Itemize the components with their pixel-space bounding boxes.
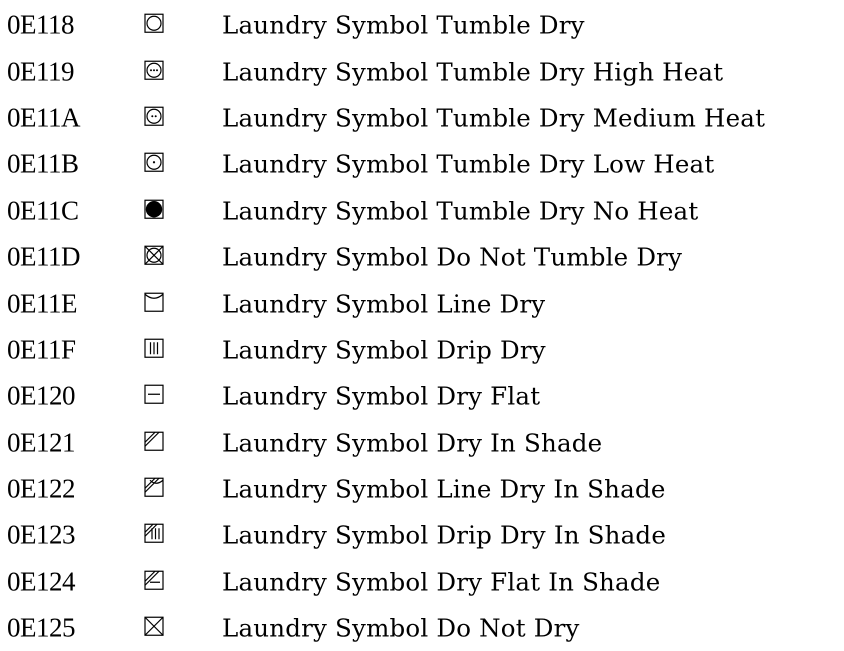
table-row: 0E11B Laundry Symbol Tumble Dry Low Heat [0, 141, 844, 187]
codepoint: 0E124 [7, 566, 76, 597]
symbol-name: Laundry Symbol Tumble Dry [222, 10, 585, 40]
table-row: 0E11C Laundry Symbol Tumble Dry No Heat [0, 188, 844, 234]
do-not-tumble-dry-icon [143, 244, 165, 266]
tumble-dry-icon [143, 12, 165, 34]
table-row: 0E122 Laundry Symbol Line Dry In Shade [0, 466, 844, 512]
symbol-name: Laundry Symbol Tumble Dry No Heat [222, 196, 699, 226]
codepoint: 0E121 [7, 427, 76, 458]
tumble-dry-low-heat-icon [143, 152, 165, 174]
symbol-name: Laundry Symbol Tumble Dry Medium Heat [222, 103, 766, 133]
codepoint: 0E122 [7, 473, 76, 504]
codepoint: 0E11E [7, 288, 77, 319]
symbol-name: Laundry Symbol Tumble Dry Low Heat [222, 149, 715, 179]
codepoint: 0E11B [7, 148, 79, 179]
codepoint: 0E120 [7, 380, 76, 411]
codepoint: 0E11C [7, 195, 79, 226]
codepoint: 0E11F [7, 334, 76, 365]
table-row: 0E11D Laundry Symbol Do Not Tumble Dry [0, 234, 844, 280]
symbol-name: Laundry Symbol Dry Flat [222, 381, 541, 411]
codepoint: 0E11D [7, 241, 81, 272]
table-row: 0E125 Laundry Symbol Do Not Dry [0, 605, 844, 651]
table-row: 0E120 Laundry Symbol Dry Flat [0, 373, 844, 419]
tumble-dry-medium-heat-icon [143, 105, 165, 127]
tumble-dry-high-heat-icon [143, 59, 165, 81]
symbol-name: Laundry Symbol Do Not Dry [222, 613, 580, 643]
symbol-name: Laundry Symbol Tumble Dry High Heat [222, 57, 724, 87]
dry-in-shade-icon [143, 430, 165, 452]
symbol-name: Laundry Symbol Line Dry [222, 289, 546, 319]
tumble-dry-no-heat-icon [143, 198, 165, 220]
symbol-table: 0E118 Laundry Symbol Tumble Dry 0E119 La… [0, 2, 844, 651]
codepoint: 0E119 [7, 56, 75, 87]
symbol-name: Laundry Symbol Do Not Tumble Dry [222, 242, 683, 272]
table-row: 0E119 Laundry Symbol Tumble Dry High Hea… [0, 48, 844, 94]
table-row: 0E11A Laundry Symbol Tumble Dry Medium H… [0, 95, 844, 141]
table-row: 0E124 Laundry Symbol Dry Flat In Shade [0, 559, 844, 605]
symbol-name: Laundry Symbol Dry In Shade [222, 428, 603, 458]
symbol-name: Laundry Symbol Dry Flat In Shade [222, 567, 661, 597]
dry-flat-in-shade-icon [143, 569, 165, 591]
table-row: 0E123 Laundry Symbol Drip Dry In Shade [0, 512, 844, 558]
codepoint: 0E125 [7, 612, 76, 643]
codepoint: 0E123 [7, 519, 76, 550]
dry-flat-icon [143, 384, 165, 406]
codepoint: 0E118 [7, 9, 75, 40]
symbol-name: Laundry Symbol Line Dry In Shade [222, 474, 666, 504]
symbol-name: Laundry Symbol Drip Dry [222, 335, 546, 365]
line-dry-in-shade-icon [143, 476, 165, 498]
table-row: 0E118 Laundry Symbol Tumble Dry [0, 2, 844, 48]
table-row: 0E121 Laundry Symbol Dry In Shade [0, 420, 844, 466]
drip-dry-icon [143, 337, 165, 359]
symbol-name: Laundry Symbol Drip Dry In Shade [222, 520, 667, 550]
drip-dry-in-shade-icon [143, 523, 165, 545]
table-row: 0E11E Laundry Symbol Line Dry [0, 280, 844, 326]
do-not-dry-icon [143, 616, 165, 638]
line-dry-icon [143, 291, 165, 313]
table-row: 0E11F Laundry Symbol Drip Dry [0, 327, 844, 373]
codepoint: 0E11A [7, 102, 81, 133]
